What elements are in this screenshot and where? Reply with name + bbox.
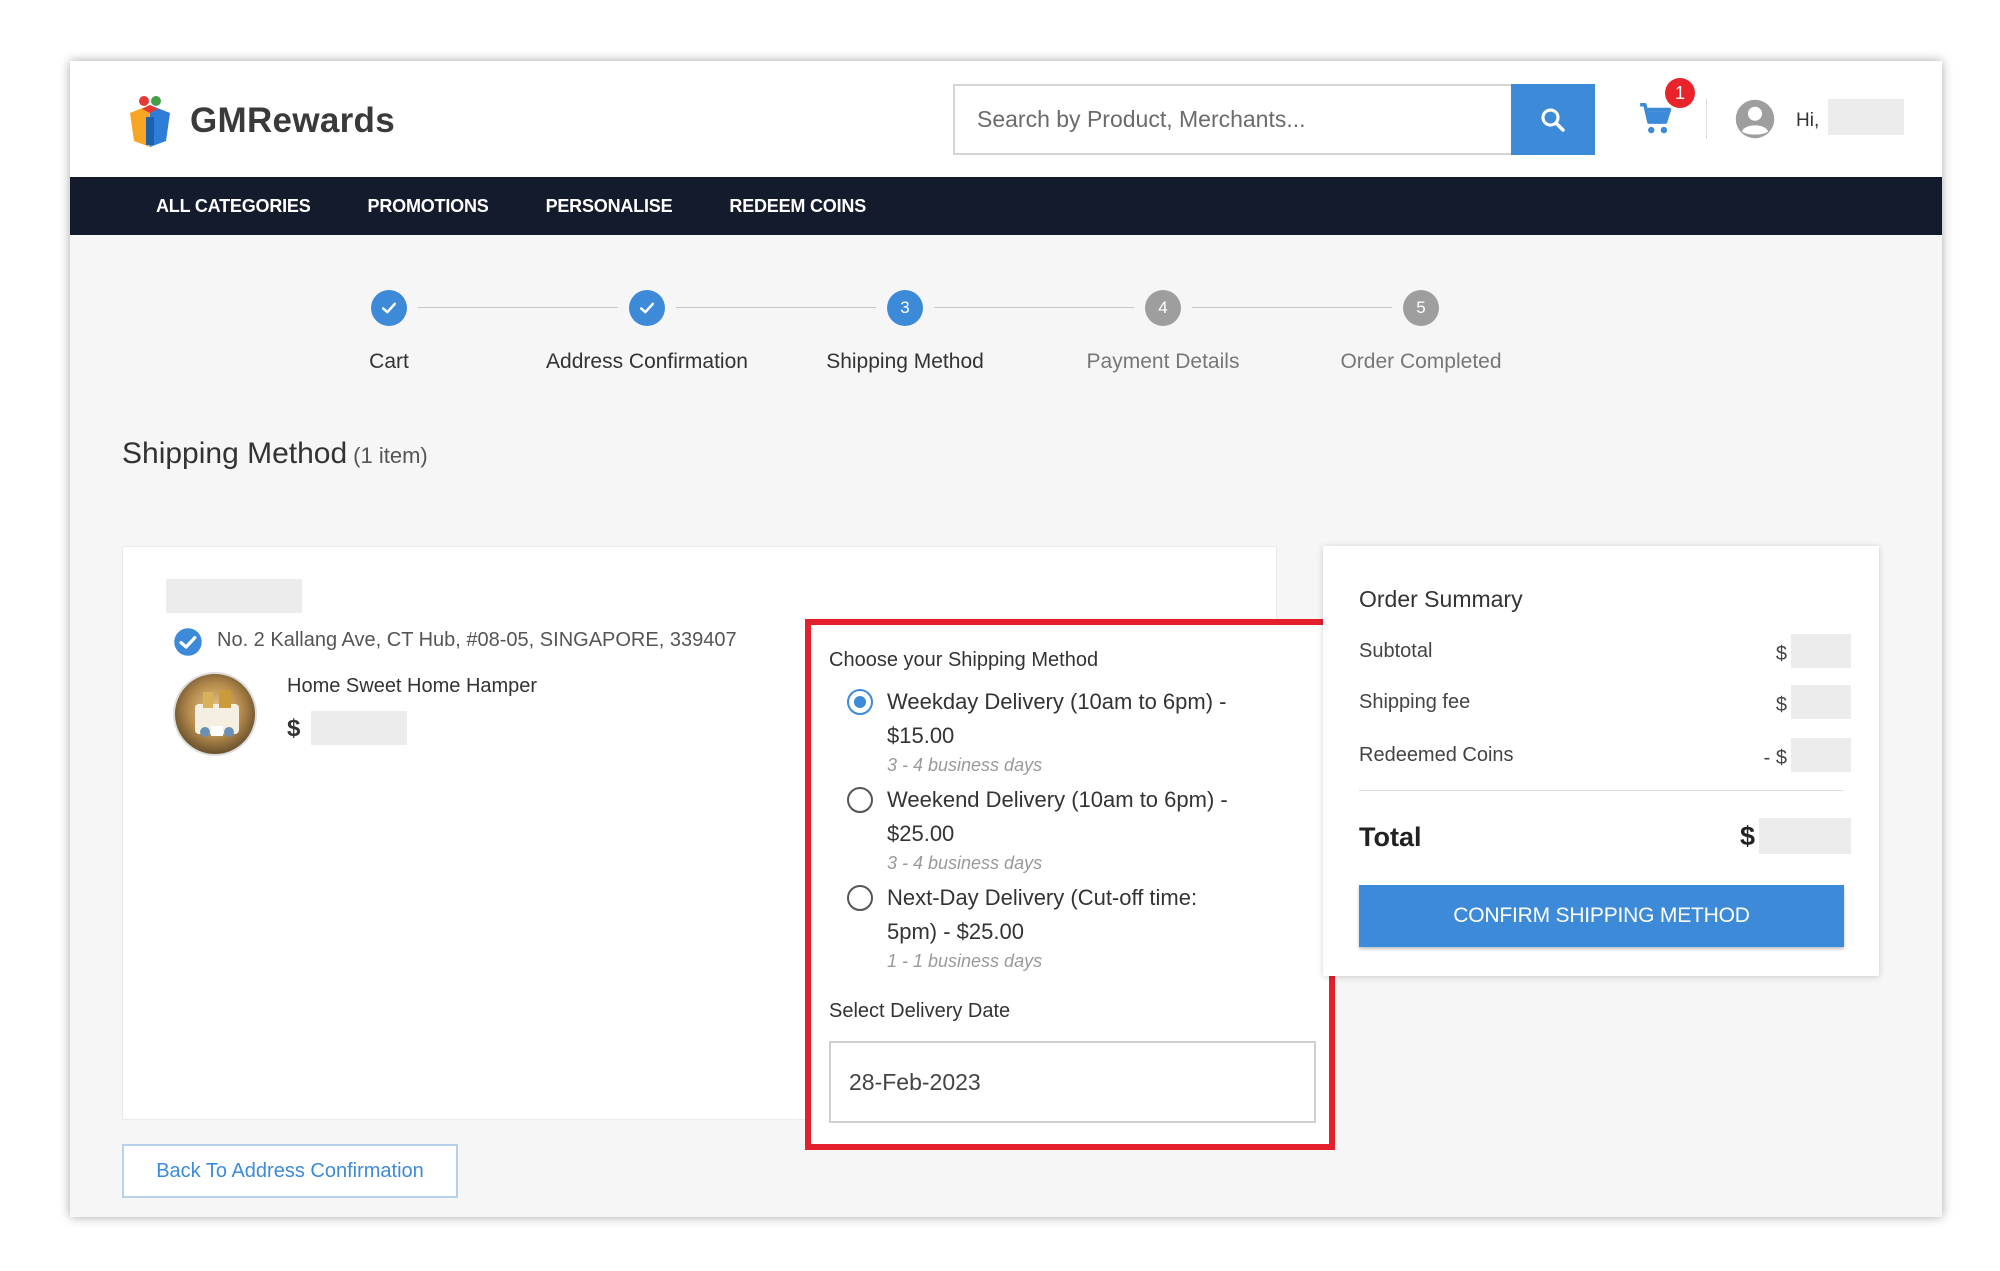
check-icon [629,290,665,326]
option-title: Next-Day Delivery (Cut-off time: 5pm) - … [887,881,1287,949]
step-label: Order Completed [1340,350,1502,373]
subtotal-redacted [1791,634,1851,668]
delivery-date-label: Select Delivery Date [829,1000,1011,1022]
app-window: GMRewards 1 Hi, ALL C [70,61,1942,1217]
price-currency: $ [287,715,301,742]
search-icon [1541,107,1565,132]
address-check-icon [174,628,202,656]
radio-unselected[interactable] [847,787,873,813]
back-to-address-button[interactable]: Back To Address Confirmation [122,1144,458,1198]
cart-count-badge: 1 [1665,78,1695,108]
step-label: Cart [369,350,409,373]
search-button[interactable] [1511,84,1595,155]
shipping-option-weekend[interactable]: Weekend Delivery (10am to 6pm) - $25.00 … [847,783,1287,874]
hamper-image [195,690,239,737]
step-order-completed: 5 Order Completed [1291,290,1551,374]
shipping-fee-redacted [1791,685,1851,719]
search-input[interactable] [955,86,1511,153]
brand-name: GMRewards [190,101,395,140]
merchant-name-redacted [166,579,302,613]
product-image [173,672,257,756]
step-number: 4 [1145,290,1181,326]
shipping-fee-value: $ [1775,685,1851,719]
redeemed-coins-value: - $ [1763,738,1851,772]
currency-symbol: $ [1775,693,1787,716]
option-title: Weekend Delivery (10am to 6pm) - $25.00 [887,783,1287,851]
page-title-text: Shipping Method [122,437,348,470]
redeemed-coins-label: Redeemed Coins [1359,744,1514,766]
shipping-option-next-day[interactable]: Next-Day Delivery (Cut-off time: 5pm) - … [847,881,1287,972]
cart-icon[interactable] [1637,99,1675,139]
order-summary-title: Order Summary [1359,586,1523,612]
step-label: Address Confirmation [546,350,748,373]
price-redacted [311,711,407,745]
header: GMRewards 1 Hi, [70,61,1942,177]
option-price: $15.00 [887,723,955,748]
gift-logo-icon [130,96,170,147]
summary-divider [1359,790,1843,791]
checkout-stepper: Cart Address Confirmation 3 Shipping Met… [70,235,1942,395]
subtotal-value: $ [1775,634,1851,668]
header-divider [1706,99,1707,139]
step-label: Payment Details [1086,350,1240,373]
currency-symbol: $ [1739,820,1755,851]
shipping-fee-label: Shipping fee [1359,691,1471,713]
option-days: 3 - 4 business days [887,853,1043,873]
shipping-option-weekday[interactable]: Weekday Delivery (10am to 6pm) - $15.00 … [847,685,1287,776]
currency-symbol: - $ [1763,746,1787,769]
option-days: 1 - 1 business days [887,951,1043,971]
option-title: Weekday Delivery (10am to 6pm) - $15.00 [887,685,1287,753]
page-title: Shipping Method (1 item) [122,437,428,471]
nav-promotions[interactable]: PROMOTIONS [368,196,489,217]
step-number: 3 [887,290,923,326]
step-shipping-method: 3 Shipping Method [775,290,1035,374]
category-nav: ALL CATEGORIES PROMOTIONS PERSONALISE RE… [70,177,1942,235]
option-title-line: Weekend Delivery (10am to 6pm) - [887,787,1228,812]
radio-selected[interactable] [847,689,873,715]
nav-all-categories[interactable]: ALL CATEGORIES [156,196,311,217]
item-count: (1 item) [353,443,428,468]
confirm-shipping-button[interactable]: CONFIRM SHIPPING METHOD [1359,885,1844,947]
option-price: 5pm) - $25.00 [887,919,1024,944]
greeting-text: Hi, [1796,110,1820,131]
currency-symbol: $ [1775,642,1787,665]
total-redacted [1759,818,1851,854]
step-cart[interactable]: Cart [259,290,519,374]
nav-redeem-coins[interactable]: REDEEM COINS [729,196,866,217]
step-number: 5 [1403,290,1439,326]
total-value: $ [1740,818,1851,854]
step-label: Shipping Method [826,350,984,373]
user-avatar-icon[interactable] [1734,98,1776,140]
total-label: Total [1359,822,1422,852]
check-icon [371,290,407,326]
step-payment-details: 4 Payment Details [1033,290,1293,374]
nav-personalise[interactable]: PERSONALISE [546,196,673,217]
option-title-line: Next-Day Delivery (Cut-off time: [887,885,1198,910]
shipping-method-panel: Choose your Shipping Method Weekday Deli… [805,619,1335,1150]
option-title-line: Weekday Delivery (10am to 6pm) - [887,689,1227,714]
option-days: 3 - 4 business days [887,755,1043,775]
delivery-address: No. 2 Kallang Ave, CT Hub, #08-05, SINGA… [217,629,737,651]
search-bar [953,84,1595,155]
redeemed-coins-redacted [1791,738,1851,772]
radio-unselected[interactable] [847,885,873,911]
step-address-confirmation[interactable]: Address Confirmation [517,290,777,374]
username-redacted [1828,99,1904,135]
order-summary-card: Order Summary Subtotal $ Shipping fee $ … [1323,546,1879,976]
total-row: Total $ [1359,818,1859,854]
shipping-heading: Choose your Shipping Method [829,649,1099,671]
product-name: Home Sweet Home Hamper [287,675,538,697]
option-price: $25.00 [887,821,955,846]
delivery-date-input[interactable]: 28-Feb-2023 [829,1041,1316,1123]
logo[interactable]: GMRewards [124,93,395,149]
subtotal-label: Subtotal [1359,640,1433,662]
